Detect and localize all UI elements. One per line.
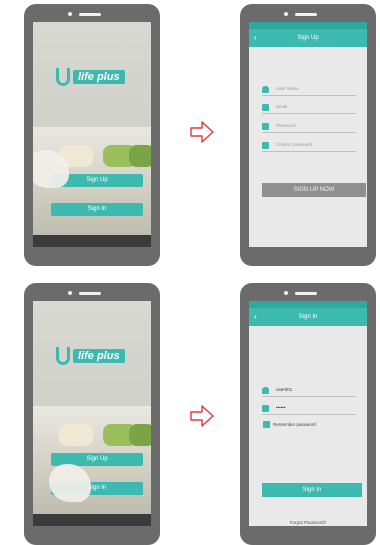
signin-button[interactable]: Sign In: [51, 203, 143, 216]
floor: [33, 514, 151, 526]
logo-text: life plus: [73, 70, 125, 84]
signin-submit-button[interactable]: Sign In: [262, 483, 362, 497]
back-arrow-icon[interactable]: ‹: [254, 29, 257, 47]
phone-splash-signin: life plus Sign Up Sign In: [24, 283, 160, 545]
speaker-icon: [79, 292, 101, 295]
username-field[interactable]: user001: [262, 385, 356, 397]
phone-signin-form: ‹ Sign In user001 •••••• Remember passwo…: [240, 283, 376, 545]
cushion: [59, 424, 93, 446]
floor: [33, 235, 151, 247]
email-field[interactable]: Email: [262, 102, 356, 114]
sofa-photo: [33, 406, 151, 526]
lock-icon: [262, 142, 269, 149]
logo-u-icon: [56, 347, 70, 365]
speaker-icon: [79, 13, 101, 16]
speaker-icon: [295, 292, 317, 295]
phone-signup-form: ‹ Sign Up User Name Email Password Confi…: [240, 4, 376, 266]
splash-screen: life plus Sign Up Sign In: [33, 301, 151, 526]
email-icon: [262, 104, 269, 111]
checkbox-icon[interactable]: [263, 421, 270, 428]
password-value: ••••••: [276, 405, 286, 410]
lock-icon: [262, 405, 269, 412]
splash-screen: life plus Sign Up Sign In: [33, 22, 151, 247]
user-icon: [262, 387, 269, 394]
camera-icon: [68, 12, 72, 16]
title-bar: ‹ Sign In: [249, 308, 367, 326]
lock-icon: [262, 123, 269, 130]
camera-icon: [68, 291, 72, 295]
forgot-password-link[interactable]: Forgot Password?: [249, 520, 367, 525]
password-field[interactable]: ••••••: [262, 403, 356, 415]
speaker-icon: [295, 13, 317, 16]
title-bar: ‹ Sign Up: [249, 29, 367, 47]
app-logo: life plus: [56, 347, 125, 365]
user-icon: [262, 86, 269, 93]
confirm-password-field[interactable]: Confirm password: [262, 140, 356, 152]
camera-icon: [284, 291, 288, 295]
status-bar: [249, 22, 367, 29]
remember-password-label: Remember password: [273, 422, 316, 427]
username-field[interactable]: User Name: [262, 84, 356, 96]
page-title: Sign Up: [297, 35, 319, 41]
logo-text: life plus: [73, 349, 125, 363]
back-arrow-icon[interactable]: ‹: [254, 308, 257, 326]
confirm-password-placeholder: Confirm password: [276, 142, 313, 147]
cushion: [129, 145, 151, 167]
username-value: user001: [276, 387, 293, 392]
password-field[interactable]: Password: [262, 121, 356, 133]
cushion: [129, 424, 151, 446]
phone-splash-signup: life plus Sign Up Sign In: [24, 4, 160, 266]
app-logo: life plus: [56, 68, 125, 86]
logo-u-icon: [56, 68, 70, 86]
password-placeholder: Password: [276, 123, 296, 128]
signup-screen: ‹ Sign Up User Name Email Password Confi…: [249, 22, 367, 247]
camera-icon: [284, 12, 288, 16]
status-bar: [249, 301, 367, 308]
signin-screen: ‹ Sign In user001 •••••• Remember passwo…: [249, 301, 367, 526]
username-placeholder: User Name: [276, 86, 299, 91]
page-title: Sign In: [298, 314, 318, 320]
right-arrow-outline-icon: [190, 121, 214, 143]
right-arrow-outline-icon: [190, 405, 214, 427]
email-placeholder: Email: [276, 104, 288, 109]
signup-now-button[interactable]: SIGN UP NOW: [262, 183, 366, 197]
